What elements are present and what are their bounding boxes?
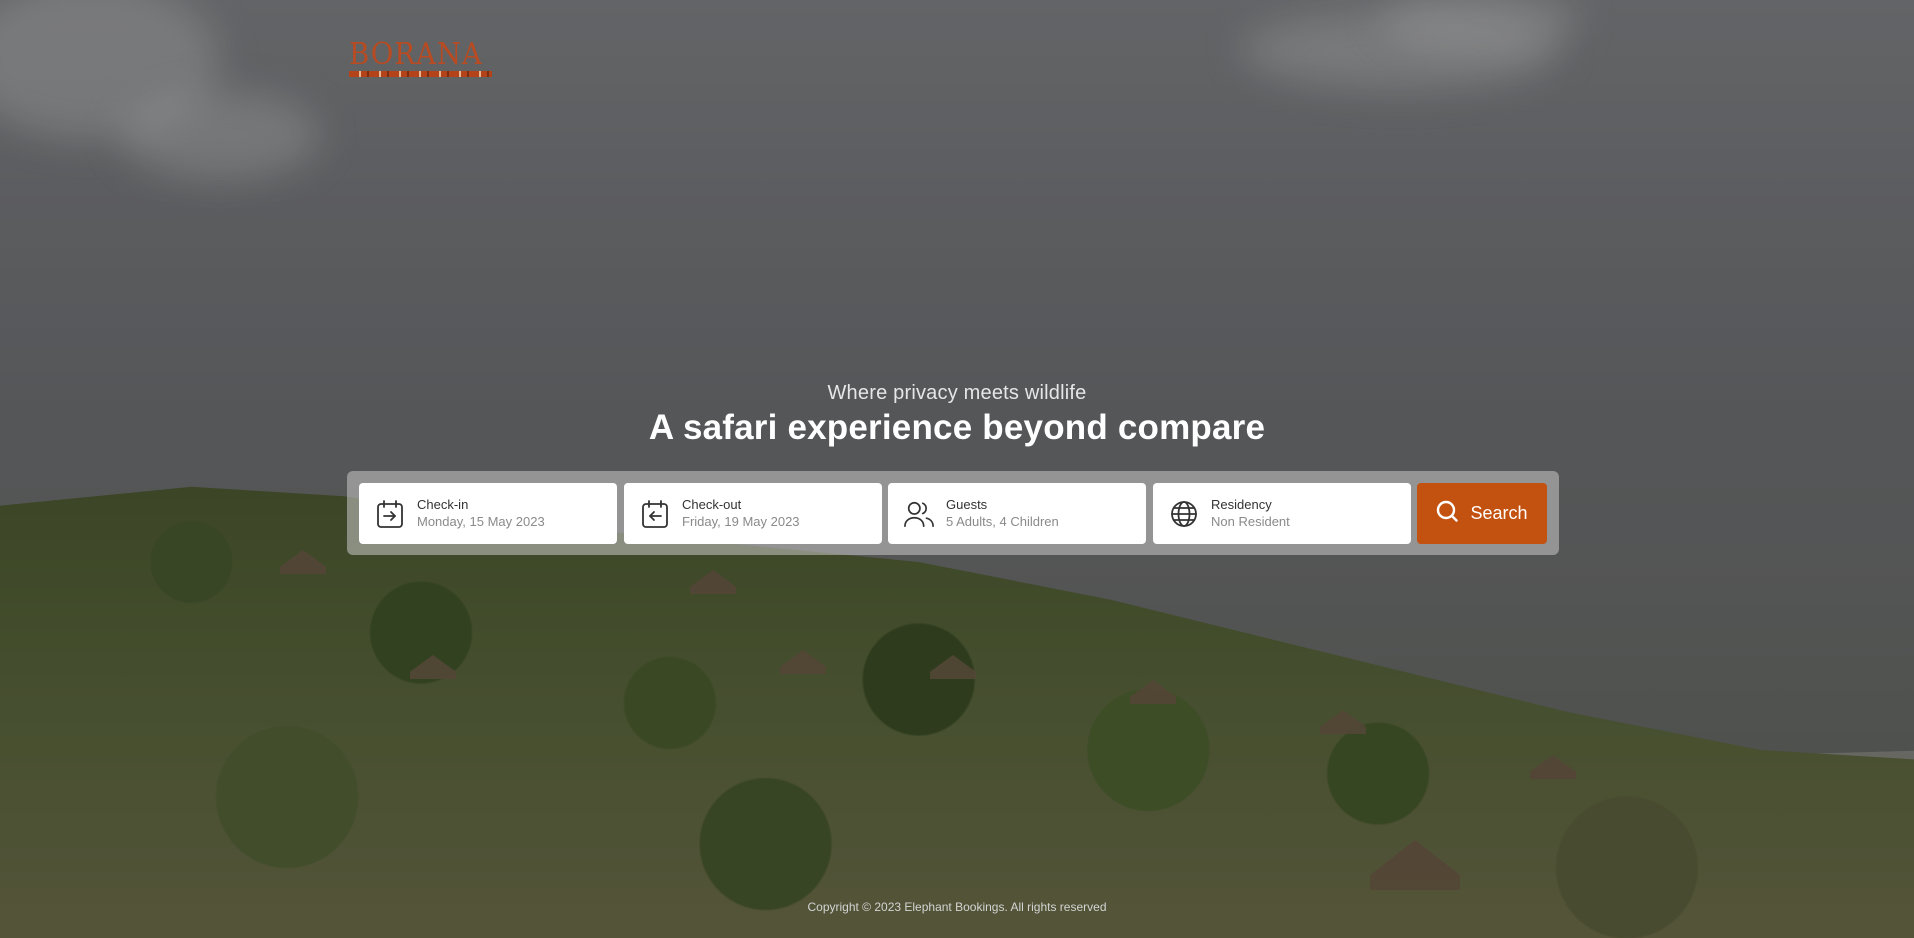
background-image xyxy=(0,0,1914,938)
guests-label: Guests xyxy=(946,497,988,512)
check-in-field[interactable]: Check-in Monday, 15 May 2023 xyxy=(359,483,617,544)
guests-value: 5 Adults, 4 Children xyxy=(946,514,1059,529)
check-out-label: Check-out xyxy=(682,497,742,512)
residency-field[interactable]: Residency Non Resident xyxy=(1153,483,1411,544)
hero-headline: A safari experience beyond compare xyxy=(648,408,1266,447)
logo-text: BORANA xyxy=(349,37,483,72)
residency-label: Residency xyxy=(1211,497,1272,512)
check-in-label: Check-in xyxy=(417,497,469,512)
booking-search-bar: Check-in Monday, 15 May 2023 Check-out F… xyxy=(347,471,1559,555)
check-out-field[interactable]: Check-out Friday, 19 May 2023 xyxy=(624,483,882,544)
search-button-label: Search xyxy=(1470,503,1528,523)
guests-field[interactable]: Guests 5 Adults, 4 Children xyxy=(888,483,1146,544)
calendar-arrow-in-icon xyxy=(375,499,405,529)
hero-tagline: Where privacy meets wildlife xyxy=(827,382,1087,404)
search-button[interactable]: Search xyxy=(1417,483,1547,544)
globe-icon xyxy=(1169,499,1199,529)
footer-copyright: Copyright © 2023 Elephant Bookings. All … xyxy=(807,900,1107,914)
check-in-value: Monday, 15 May 2023 xyxy=(417,514,545,529)
calendar-arrow-out-icon xyxy=(640,499,670,529)
brand-logo[interactable]: BORANA xyxy=(349,37,492,77)
users-icon xyxy=(904,499,934,529)
check-out-value: Friday, 19 May 2023 xyxy=(682,514,800,529)
residency-value: Non Resident xyxy=(1211,514,1290,529)
search-icon xyxy=(1436,500,1459,527)
